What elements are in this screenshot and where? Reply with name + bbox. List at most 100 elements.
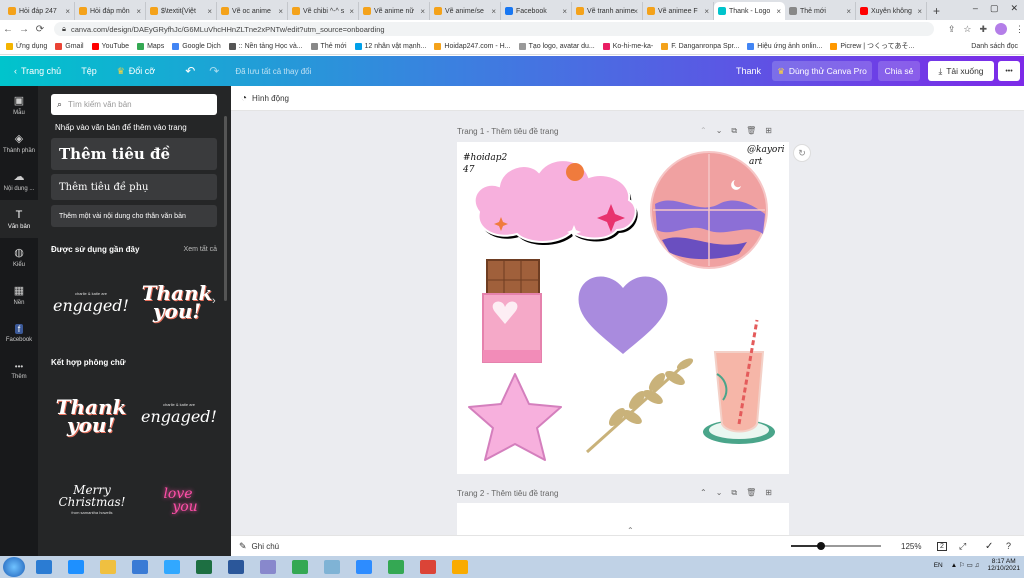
browser-tab[interactable]: Thank - Logo × — [714, 2, 785, 20]
page-2-title[interactable]: Trang 2 - Thêm tiêu đề trang — [457, 489, 558, 498]
tab-close-icon[interactable]: × — [136, 7, 141, 16]
design-title[interactable]: Thank — [736, 66, 761, 76]
taskbar-app-button[interactable] — [159, 557, 185, 577]
back-icon[interactable]: ← — [0, 24, 16, 35]
text-search-input[interactable]: ⌕ Tìm kiếm văn bản — [51, 94, 217, 115]
rail-item[interactable]: ▣ Mẫu — [0, 86, 38, 124]
bookmark-item[interactable]: YouTube — [91, 42, 129, 50]
tray-icons[interactable]: ▲ ⚐ ▭ ♫ — [951, 561, 980, 569]
browser-tab[interactable]: Vẽ oc anime × — [217, 2, 288, 20]
taskbar-app-button[interactable] — [319, 557, 345, 577]
rail-item[interactable]: T Văn bản — [0, 200, 38, 238]
browser-tab[interactable]: Vẽ anime/se × — [430, 2, 501, 20]
rail-item[interactable]: ☁ Nội dung ... — [0, 162, 38, 200]
fullscreen-icon[interactable]: ⤢ — [959, 541, 966, 552]
bookmark-item[interactable]: :: Nền tảng Học và... — [228, 42, 303, 50]
clock-date[interactable]: 12/10/2021 — [987, 565, 1020, 572]
heart-sticker[interactable] — [578, 276, 668, 354]
resize-button[interactable]: ♛ Đổi cỡ — [117, 66, 156, 77]
drink-sticker[interactable] — [703, 319, 775, 444]
browser-tab[interactable]: Facebook × — [501, 2, 572, 20]
page-1-title[interactable]: Trang 1 - Thêm tiêu đề trang — [457, 127, 558, 136]
chevron-right-icon[interactable]: › — [212, 295, 216, 307]
browser-tab[interactable]: Vẽ tranh anime × — [572, 2, 643, 20]
moon-landscape-sticker[interactable] — [650, 151, 768, 269]
add-body-text-button[interactable]: Thêm một vài nội dung cho thân văn bản — [51, 205, 217, 227]
taskbar-app-button[interactable] — [223, 557, 249, 577]
move-down-icon[interactable]: ⌄ — [716, 488, 723, 498]
see-all-link[interactable]: Xem tất cả — [184, 246, 217, 253]
tab-close-icon[interactable]: × — [846, 7, 851, 16]
try-pro-button[interactable]: ♛ Dùng thử Canva Pro — [772, 61, 872, 81]
bookmark-item[interactable]: Maps — [137, 42, 164, 50]
animate-button[interactable]: Hình động — [252, 94, 289, 103]
bookmark-item[interactable]: Picrew | つくってあそ... — [830, 41, 914, 51]
share-button[interactable]: Chia sẻ — [878, 61, 920, 81]
thumb-engaged-2[interactable]: charlie & katie are engaged! — [139, 389, 219, 439]
taskbar-app-button[interactable] — [383, 557, 409, 577]
bookmark-item[interactable]: F. Danganronpa Spr... — [661, 42, 739, 50]
thumb-thank-you-2[interactable]: Thank you! — [53, 386, 129, 446]
chocolate-sticker[interactable] — [482, 259, 542, 363]
taskbar-app-button[interactable] — [415, 557, 441, 577]
tab-close-icon[interactable]: × — [349, 7, 354, 16]
add-subheading-button[interactable]: Thêm tiêu đề phụ — [51, 174, 217, 200]
bookmark-item[interactable]: Ko-hi-me-ka- — [602, 42, 653, 50]
zoom-slider[interactable] — [791, 542, 881, 550]
cloud-sticker[interactable] — [473, 159, 638, 245]
duplicate-icon[interactable]: ⧉ — [731, 488, 737, 498]
tab-close-icon[interactable]: × — [491, 7, 496, 16]
browser-tab[interactable]: Vẽ animee F × — [643, 2, 714, 20]
browser-tab[interactable]: Xuyên không × — [856, 2, 927, 20]
browser-tab[interactable]: Thẻ mới × — [785, 2, 856, 20]
taskbar-app-button[interactable] — [31, 557, 57, 577]
bookmark-item[interactable]: Tạo logo, avatar du... — [518, 42, 595, 50]
refresh-design-icon[interactable]: ↻ — [793, 144, 811, 162]
tab-close-icon[interactable]: × — [65, 7, 70, 16]
tab-close-icon[interactable]: × — [917, 7, 922, 16]
taskbar-app-button[interactable] — [191, 557, 217, 577]
tab-close-icon[interactable]: × — [562, 7, 567, 16]
browser-tab[interactable]: Hỏi đáp 247 × — [4, 2, 75, 20]
tab-close-icon[interactable]: × — [704, 7, 709, 16]
bookmark-item[interactable]: Hoidap247.com - H... — [434, 42, 511, 50]
close-window-icon[interactable]: ✕ — [1010, 3, 1018, 14]
bookmark-item[interactable]: Thẻ mới — [310, 42, 347, 50]
profile-avatar[interactable] — [995, 23, 1008, 35]
tab-close-icon[interactable]: × — [633, 7, 638, 16]
undo-icon[interactable]: ↶ — [185, 64, 195, 78]
zoom-level[interactable]: 125% — [901, 542, 921, 551]
add-page-icon[interactable]: ⊞ — [765, 488, 772, 498]
redo-icon[interactable]: ↷ — [209, 64, 219, 78]
page-count-badge[interactable]: 2 — [937, 541, 947, 551]
star-sticker[interactable] — [468, 373, 562, 461]
rail-item[interactable]: ••• Thêm — [0, 352, 38, 390]
download-button[interactable]: ⤓ Tải xuống — [928, 61, 994, 81]
start-button[interactable] — [3, 557, 25, 577]
notes-button[interactable]: Ghi chú — [252, 542, 280, 551]
url-field[interactable]: 🔒︎ canva.com/design/DAEyGRyfhJc/G6MLuVhc… — [54, 22, 934, 36]
taskbar-app-button[interactable] — [447, 557, 473, 577]
rail-item[interactable]: ◍ Kiểu — [0, 238, 38, 276]
menu-icon[interactable]: ⋮ — [1015, 24, 1024, 35]
design-page-1[interactable]: #hoidap2 47 @kayori art — [457, 142, 789, 474]
move-up-icon[interactable]: ⌃ — [700, 126, 707, 136]
bookmark-item[interactable]: Hiệu ứng ảnh onlin... — [747, 42, 822, 50]
file-menu-button[interactable]: Tệp — [81, 66, 97, 76]
maximize-icon[interactable]: ▢ — [990, 3, 999, 14]
minimize-icon[interactable]: – — [973, 3, 978, 14]
leaf-branch-sticker[interactable] — [585, 356, 695, 454]
taskbar-app-button[interactable] — [63, 557, 89, 577]
trash-icon[interactable]: 🗑︎ — [746, 126, 756, 136]
scroll-up-icon[interactable]: ⌃ — [627, 526, 634, 535]
panel-scrollbar[interactable] — [224, 116, 227, 301]
bookmark-item[interactable]: 12 nhân vật mạnh... — [354, 42, 426, 50]
taskbar-app-button[interactable] — [351, 557, 377, 577]
rail-item[interactable]: ▦ Nền — [0, 276, 38, 314]
bookmark-item[interactable]: Google Dịch — [172, 42, 221, 50]
rail-item[interactable]: f Facebook — [0, 314, 38, 352]
clock-time[interactable]: 8:17 AM — [992, 558, 1016, 565]
thumb-merry-christmas[interactable]: Merry Christmas! from samantha howells — [51, 474, 133, 524]
reading-list-button[interactable]: Danh sách đọc — [971, 43, 1018, 50]
duplicate-icon[interactable]: ⧉ — [731, 126, 737, 136]
